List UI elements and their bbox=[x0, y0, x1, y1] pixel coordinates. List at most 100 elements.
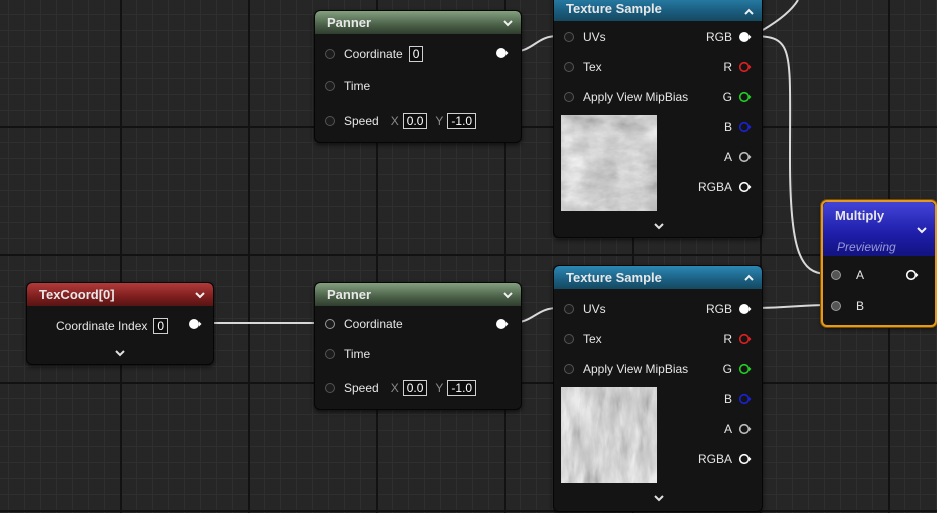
g-output-pin-icon[interactable] bbox=[738, 91, 752, 103]
speed-label: Speed bbox=[344, 381, 379, 395]
texture-sample-header[interactable]: Texture Sample bbox=[554, 266, 762, 289]
input-b-row: B bbox=[831, 297, 864, 315]
rgb-output-row: RGB bbox=[706, 300, 752, 318]
speed-y-field[interactable]: -1.0 bbox=[447, 380, 477, 396]
b-label: B bbox=[723, 392, 732, 406]
speed-x-field[interactable]: 0.0 bbox=[402, 113, 428, 129]
panner-header[interactable]: Panner bbox=[315, 283, 521, 306]
uvs-pin[interactable] bbox=[564, 32, 574, 42]
g-output-row: G bbox=[723, 88, 752, 106]
input-a-pin[interactable] bbox=[831, 270, 841, 280]
rgba-output-row: RGBA bbox=[698, 178, 752, 196]
uvs-pin[interactable] bbox=[564, 304, 574, 314]
r-output-pin-icon[interactable] bbox=[738, 61, 752, 73]
coordinate-index-label: Coordinate Index bbox=[56, 319, 148, 333]
rgba-output-pin-icon[interactable] bbox=[738, 181, 752, 193]
speed-y-axis-label: Y bbox=[435, 114, 444, 128]
input-a-label: A bbox=[856, 268, 865, 282]
a-output-row: A bbox=[724, 420, 752, 438]
speed-x-axis-label: X bbox=[390, 381, 399, 395]
panner-header[interactable]: Panner bbox=[315, 11, 521, 34]
coordinate-label: Coordinate bbox=[344, 47, 403, 61]
b-output-pin-icon[interactable] bbox=[738, 121, 752, 133]
multiply-title: Multiply bbox=[835, 208, 885, 223]
chevron-up-icon[interactable] bbox=[742, 5, 756, 19]
mipbias-label: Apply View MipBias bbox=[583, 362, 689, 376]
coordinate-pin[interactable] bbox=[325, 49, 335, 59]
coordinate-index-field[interactable]: 0 bbox=[153, 318, 169, 334]
rgb-output-pin-icon[interactable] bbox=[738, 31, 752, 43]
multiply-node[interactable]: Multiply Previewing A B bbox=[821, 200, 937, 327]
panner-node-top[interactable]: Panner Coordinate 0 Time Speed X 0.0 Y -… bbox=[314, 10, 522, 143]
chevron-up-icon[interactable] bbox=[742, 271, 756, 285]
rgb-label: RGB bbox=[705, 30, 732, 44]
expand-chevron-icon[interactable] bbox=[652, 493, 666, 503]
previewing-status: Previewing bbox=[837, 240, 896, 254]
coordinate-value-field[interactable]: 0 bbox=[408, 46, 424, 62]
tex-row: Tex bbox=[564, 330, 602, 348]
speed-pin[interactable] bbox=[325, 116, 335, 126]
rgb-output-row: RGB bbox=[706, 28, 752, 46]
input-a-row: A bbox=[831, 266, 864, 284]
expand-chevron-icon[interactable] bbox=[113, 348, 127, 358]
tex-pin[interactable] bbox=[564, 334, 574, 344]
coordinate-row: Coordinate 0 bbox=[325, 45, 424, 63]
panner-title: Panner bbox=[327, 15, 372, 30]
r-label: R bbox=[723, 332, 732, 346]
b-output-row: B bbox=[724, 118, 752, 136]
expand-chevron-icon[interactable] bbox=[652, 221, 666, 231]
speed-x-field[interactable]: 0.0 bbox=[402, 380, 428, 396]
rgba-label: RGBA bbox=[697, 180, 732, 194]
tex-pin[interactable] bbox=[564, 62, 574, 72]
speed-label: Speed bbox=[344, 114, 379, 128]
chevron-down-icon[interactable] bbox=[501, 288, 515, 302]
mipbias-row: Apply View MipBias bbox=[564, 360, 688, 378]
texture-sample-header[interactable]: Texture Sample bbox=[554, 0, 762, 21]
a-label: A bbox=[723, 150, 732, 164]
output-pin-icon[interactable] bbox=[495, 318, 509, 330]
texcoord-node[interactable]: TexCoord[0] Coordinate Index 0 bbox=[26, 282, 214, 365]
time-row: Time bbox=[325, 77, 370, 95]
time-row: Time bbox=[325, 345, 370, 363]
texture-sample-title: Texture Sample bbox=[566, 1, 662, 16]
texture-preview-thumbnail bbox=[561, 387, 657, 483]
coordinate-index-row: Coordinate Index 0 bbox=[56, 317, 169, 335]
coordinate-row: Coordinate bbox=[325, 315, 403, 333]
chevron-down-icon[interactable] bbox=[193, 288, 207, 302]
r-output-pin-icon[interactable] bbox=[738, 333, 752, 345]
speed-y-field[interactable]: -1.0 bbox=[447, 113, 477, 129]
mipbias-pin[interactable] bbox=[564, 92, 574, 102]
input-b-pin[interactable] bbox=[831, 301, 841, 311]
b-output-pin-icon[interactable] bbox=[738, 393, 752, 405]
time-pin[interactable] bbox=[325, 349, 335, 359]
texture-sample-node-top[interactable]: Texture Sample UVs Tex Apply View MipBia… bbox=[553, 0, 763, 238]
wire-offscreen-to-texture-top bbox=[762, 0, 799, 31]
chevron-down-icon[interactable] bbox=[501, 16, 515, 30]
output-pin-icon[interactable] bbox=[495, 47, 509, 59]
texture-preview-thumbnail bbox=[561, 115, 657, 211]
mipbias-pin[interactable] bbox=[564, 364, 574, 374]
output-pin-icon[interactable] bbox=[905, 269, 919, 281]
a-output-pin-icon[interactable] bbox=[738, 151, 752, 163]
output-pin-icon[interactable] bbox=[188, 318, 202, 330]
a-output-pin-icon[interactable] bbox=[738, 423, 752, 435]
coordinate-pin[interactable] bbox=[325, 319, 335, 329]
speed-y-axis-label: Y bbox=[435, 381, 444, 395]
time-pin[interactable] bbox=[325, 81, 335, 91]
b-output-row: B bbox=[724, 390, 752, 408]
chevron-down-icon[interactable] bbox=[915, 223, 929, 237]
tex-label: Tex bbox=[583, 332, 602, 346]
panner-node-bottom[interactable]: Panner Coordinate Time Speed X 0.0 Y -1.… bbox=[314, 282, 522, 410]
time-label: Time bbox=[344, 79, 371, 93]
b-label: B bbox=[723, 120, 732, 134]
uvs-label: UVs bbox=[583, 302, 606, 316]
rgb-output-pin-icon[interactable] bbox=[738, 303, 752, 315]
g-output-row: G bbox=[723, 360, 752, 378]
rgba-output-pin-icon[interactable] bbox=[738, 453, 752, 465]
g-output-pin-icon[interactable] bbox=[738, 363, 752, 375]
speed-pin[interactable] bbox=[325, 383, 335, 393]
uvs-row: UVs bbox=[564, 28, 606, 46]
panner-title: Panner bbox=[327, 287, 372, 302]
texcoord-header[interactable]: TexCoord[0] bbox=[27, 283, 213, 306]
texture-sample-node-bottom[interactable]: Texture Sample UVs Tex Apply View MipBia… bbox=[553, 265, 763, 512]
